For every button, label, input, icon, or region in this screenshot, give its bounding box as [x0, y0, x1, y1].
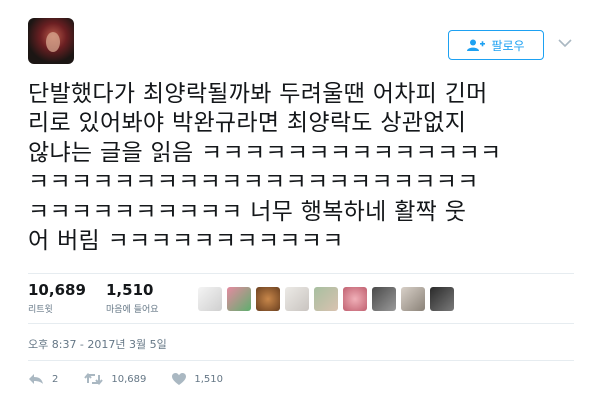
retweets-stat[interactable]: 10,689 리트윗 — [28, 281, 86, 315]
reply-icon — [29, 374, 43, 384]
reply-button[interactable]: 2 — [28, 373, 58, 385]
liker-avatar[interactable] — [314, 287, 338, 311]
reply-count: 2 — [52, 373, 59, 385]
user-avatar[interactable] — [28, 18, 74, 64]
liker-avatar[interactable] — [343, 287, 367, 311]
tweet-line: ㅋㅋㅋㅋㅋㅋㅋㅋㅋㅋ 너무 행복하네 활짝 웃 — [28, 198, 467, 225]
retweet-icon — [84, 373, 104, 385]
like-button[interactable]: 1,510 — [172, 373, 223, 385]
liker-avatar[interactable] — [285, 287, 309, 311]
follow-button[interactable]: 팔로우 — [448, 30, 544, 60]
tweet-actions: 2 10,689 1,510 — [28, 370, 249, 388]
liker-avatar[interactable] — [401, 287, 425, 311]
retweet-count: 10,689 — [111, 373, 147, 385]
add-person-icon — [467, 39, 486, 51]
likes-stat[interactable]: 1,510 마음에 들어요 — [106, 281, 159, 315]
like-count: 1,510 — [194, 373, 224, 385]
liker-avatar[interactable] — [198, 287, 222, 311]
tweet-timestamp[interactable]: 오후 8:37 - 2017년 3월 5일 — [28, 336, 167, 352]
liker-avatar[interactable] — [372, 287, 396, 311]
heart-icon — [172, 373, 187, 385]
tweet-line: 않냐는 글을 읽음 ㅋㅋㅋㅋㅋㅋㅋㅋㅋㅋㅋㅋㅋㅋ — [28, 139, 502, 166]
liker-avatar[interactable] — [256, 287, 280, 311]
liker-avatars — [198, 287, 454, 311]
follow-label: 팔로우 — [491, 38, 525, 53]
retweet-button[interactable]: 10,689 — [84, 373, 146, 385]
divider — [28, 323, 574, 324]
tweet-line: ㅋㅋㅋㅋㅋㅋㅋㅋㅋㅋㅋㅋㅋㅋㅋㅋㅋㅋㅋㅋㅋ — [28, 169, 479, 196]
divider — [28, 360, 574, 361]
tweet-line: 어 버림 ㅋㅋㅋㅋㅋㅋㅋㅋㅋㅋㅋ — [28, 228, 344, 255]
chevron-down-icon[interactable] — [558, 38, 572, 48]
retweets-label: 리트윗 — [28, 305, 53, 315]
tweet-stats: 10,689 리트윗 1,510 마음에 들어요 — [28, 281, 574, 321]
liker-avatar[interactable] — [227, 287, 251, 311]
likes-count: 1,510 — [106, 281, 154, 299]
liker-avatar[interactable] — [430, 287, 454, 311]
divider — [28, 273, 574, 274]
likes-label: 마음에 들어요 — [106, 305, 159, 315]
tweet-line: 단발했다가 최양락될까봐 두려울땐 어차피 긴머 — [28, 81, 488, 107]
tweet-text: 단발했다가 최양락될까봐 두려울땐 어차피 긴머 리로 있어봐야 박완규라면 최… — [28, 80, 578, 256]
retweets-count: 10,689 — [28, 281, 86, 299]
tweet-line: 리로 있어봐야 박완규라면 최양락도 상관없지 — [28, 110, 467, 137]
tweet-header: 팔로우 — [28, 18, 574, 68]
